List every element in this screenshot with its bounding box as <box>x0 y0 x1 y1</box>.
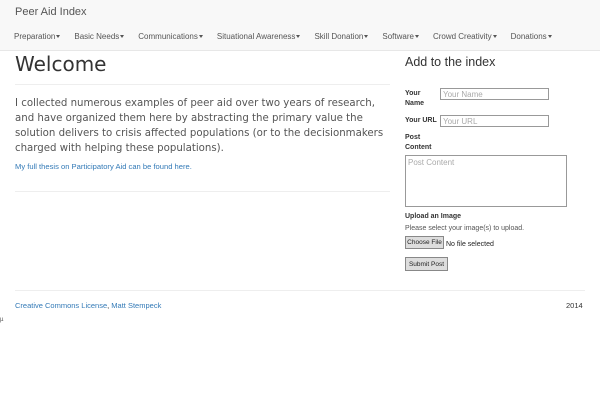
content-textarea[interactable] <box>405 155 567 207</box>
divider <box>15 191 390 192</box>
upload-help-text: Please select your image(s) to upload. <box>405 225 525 232</box>
nav-item-crowd-creativity[interactable]: Crowd Creativity <box>433 32 497 41</box>
divider <box>15 84 390 85</box>
caret-down-icon <box>56 35 61 39</box>
nav-item-skill-donation[interactable]: Skill Donation <box>314 32 369 41</box>
nav-item-situational-awareness[interactable]: Situational Awareness <box>217 32 301 41</box>
nav-item-basic-needs[interactable]: Basic Needs <box>74 32 125 41</box>
content-label: Post Content <box>405 134 432 151</box>
footer-year: 2014 <box>566 301 583 310</box>
license-link[interactable]: Creative Commons License <box>15 301 107 310</box>
footer-divider <box>15 290 585 291</box>
choose-file-button[interactable]: Choose File <box>405 236 444 249</box>
nav-item-software[interactable]: Software <box>382 32 419 41</box>
caret-down-icon <box>364 35 369 39</box>
caret-down-icon <box>120 35 125 39</box>
author-link[interactable]: Matt Stempeck <box>111 301 161 310</box>
form-title: Add to the index <box>405 55 496 69</box>
navbar: Peer Aid Index Preparation Basic Needs C… <box>0 0 600 51</box>
file-status: No file selected <box>446 241 494 248</box>
nav-item-communications[interactable]: Communications <box>138 32 203 41</box>
submit-button[interactable]: Submit Post <box>405 257 448 271</box>
caret-down-icon <box>492 35 497 39</box>
nav-item-preparation[interactable]: Preparation <box>14 32 61 41</box>
url-label: Your URL <box>405 117 437 124</box>
thesis-link[interactable]: My full thesis on Participatory Aid can … <box>15 162 192 171</box>
stray-glyph: µ <box>0 317 4 323</box>
upload-label: Upload an Image <box>405 213 462 220</box>
caret-down-icon <box>414 35 419 39</box>
caret-down-icon <box>198 35 203 39</box>
page-title: Welcome <box>15 52 107 76</box>
name-input[interactable] <box>440 88 549 100</box>
caret-down-icon <box>547 35 552 39</box>
caret-down-icon <box>296 35 301 39</box>
footer-credits: Creative Commons License, Matt Stempeck <box>15 301 161 310</box>
intro-paragraph: I collected numerous examples of peer ai… <box>15 98 384 154</box>
nav-menu: Preparation Basic Needs Communications S… <box>14 32 566 41</box>
brand-title[interactable]: Peer Aid Index <box>15 6 87 18</box>
url-input[interactable] <box>440 115 549 127</box>
name-label: Your Name <box>405 90 425 107</box>
nav-item-donations[interactable]: Donations <box>511 32 552 41</box>
